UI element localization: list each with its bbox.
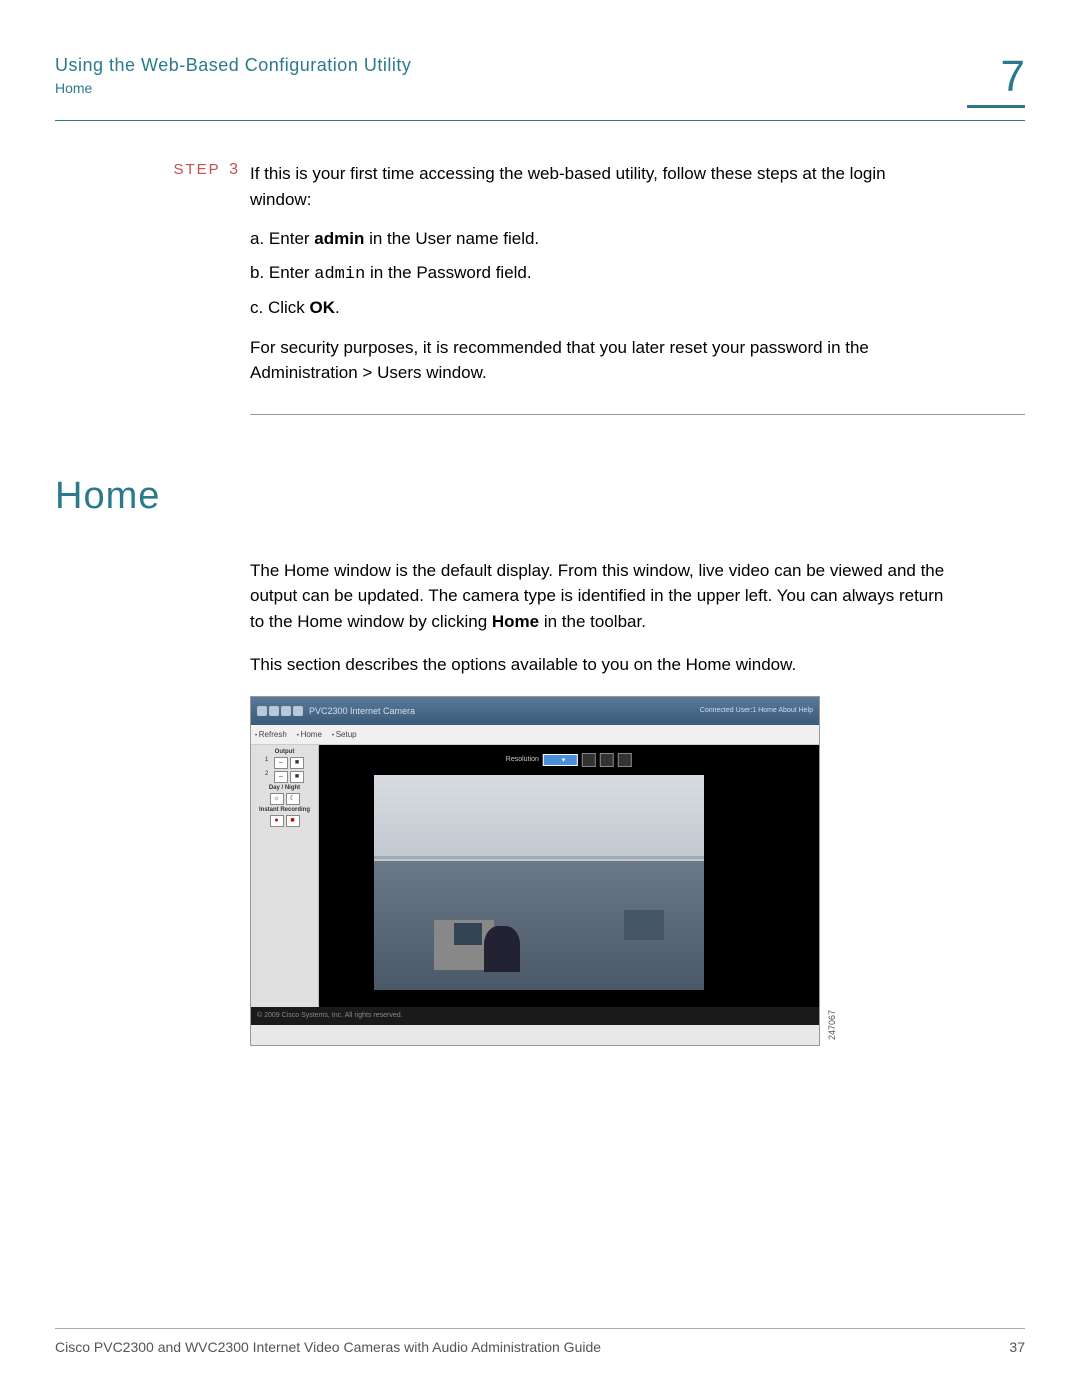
figure-resolution-label: Resolution — [506, 756, 539, 763]
figure-btn-2a: – — [274, 771, 288, 783]
section-p1-bold: Home — [492, 612, 539, 631]
figure-tab-refresh: Refresh — [255, 730, 287, 739]
substep-c-bold: OK — [310, 298, 336, 317]
figure-zoom-icon — [582, 753, 596, 767]
figure-btn-1a: – — [274, 757, 288, 769]
figure-tab-home: Home — [297, 730, 322, 739]
section-p1-post: in the toolbar. — [539, 612, 646, 631]
substep-a: a. Enter admin in the User name field. — [250, 226, 945, 252]
substep-c-pre: Click — [268, 298, 310, 317]
chapter-number-box: 7 — [967, 55, 1025, 108]
substep-b-mono: admin — [314, 265, 365, 284]
substep-a-post: in the User name field. — [364, 229, 539, 248]
figure-instant-label: Instant Recording — [255, 807, 314, 813]
figure-record-icon: ● — [270, 815, 284, 827]
figure-topbar-icons — [257, 706, 303, 716]
figure-office-monitor — [454, 923, 482, 945]
breadcrumb: Home — [55, 80, 967, 96]
section-p1: The Home window is the default display. … — [250, 558, 945, 635]
figure-day-icon: ☼ — [270, 793, 284, 805]
figure-topbar: PVC2300 Internet Camera Connected User:1… — [251, 697, 819, 725]
footer-doc-title: Cisco PVC2300 and WVC2300 Internet Video… — [55, 1339, 601, 1355]
substep-b-pre: Enter — [269, 263, 314, 282]
chapter-number: 7 — [967, 55, 1025, 99]
figure-btn-2b: ■ — [290, 771, 304, 783]
figure-sidebar: Output 1 –■ 2 –■ Day / Night ☼☾ Instant … — [251, 745, 319, 1007]
figure-tabbar: Refresh Home Setup — [251, 725, 819, 745]
figure-output-label: Output — [255, 749, 314, 755]
section-rule — [250, 414, 1025, 415]
figure-office-equipment — [624, 910, 664, 940]
figure-row2-num: 2 — [265, 771, 268, 783]
substep-c-marker: c. — [250, 298, 263, 317]
step-number: 3 — [229, 161, 238, 178]
figure-image-id: 247067 — [827, 1010, 837, 1040]
substep-b-post: in the Password field. — [365, 263, 531, 282]
figure-fullscreen-icon — [618, 753, 632, 767]
substep-c-post: . — [335, 298, 340, 317]
figure-copyright: © 2009 Cisco Systems, Inc. All rights re… — [251, 1007, 819, 1025]
section-heading: Home — [55, 475, 1025, 518]
figure-video-toolbar: Resolution ▾ — [506, 753, 632, 767]
substep-b: b. Enter admin in the Password field. — [250, 260, 945, 288]
section-p2: This section describes the options avail… — [250, 652, 945, 678]
figure-stop-icon: ■ — [286, 815, 300, 827]
figure-video-area: Resolution ▾ — [319, 745, 819, 1007]
substep-a-marker: a. — [250, 229, 264, 248]
step-label: STEP — [173, 161, 220, 178]
figure-row1-num: 1 — [265, 757, 268, 769]
figure-btn-1b: ■ — [290, 757, 304, 769]
home-window-figure: PVC2300 Internet Camera Connected User:1… — [250, 696, 820, 1046]
figure-night-icon: ☾ — [286, 793, 300, 805]
step-note: For security purposes, it is recommended… — [250, 335, 945, 386]
footer-page-number: 37 — [1009, 1339, 1025, 1355]
page-footer: Cisco PVC2300 and WVC2300 Internet Video… — [55, 1328, 1025, 1355]
figure-tab-setup: Setup — [332, 730, 357, 739]
figure-camera-title: PVC2300 Internet Camera — [309, 706, 415, 716]
step-intro: If this is your first time accessing the… — [250, 161, 945, 212]
chapter-title: Using the Web-Based Configuration Utilit… — [55, 55, 967, 76]
substep-c: c. Click OK. — [250, 295, 945, 321]
figure-snapshot-icon — [600, 753, 614, 767]
figure-daynight-label: Day / Night — [255, 785, 314, 791]
figure-top-links: Connected User:1 Home About Help — [700, 707, 813, 714]
substep-b-marker: b. — [250, 263, 264, 282]
substep-a-pre: Enter — [269, 229, 314, 248]
figure-office-person — [484, 926, 520, 972]
figure-resolution-select: ▾ — [543, 754, 578, 766]
substep-a-bold: admin — [314, 229, 364, 248]
figure-video-frame — [374, 775, 704, 990]
